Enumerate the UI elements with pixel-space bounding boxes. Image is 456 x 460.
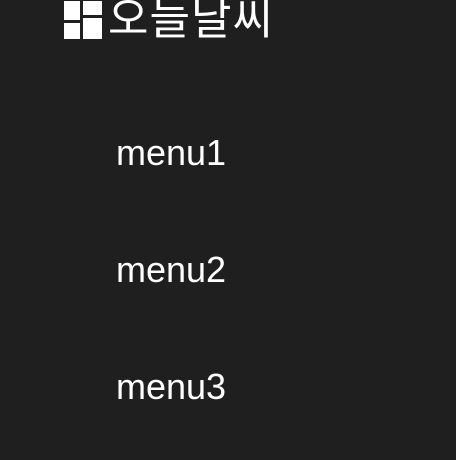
sidebar-item-menu2[interactable]: menu2 (116, 241, 226, 358)
brand[interactable]: 오늘날씨 (64, 0, 274, 46)
sidebar-item-label: menu2 (116, 249, 227, 290)
sidebar-menu: menu1 menu2 menu3 (116, 124, 226, 460)
dashboard-grid-icon (64, 1, 102, 39)
sidebar-item-label: menu3 (116, 366, 227, 407)
sidebar-item-menu3[interactable]: menu3 (116, 358, 226, 460)
app-title: 오늘날씨 (108, 0, 274, 45)
sidebar: 오늘날씨 menu1 menu2 menu3 (0, 0, 456, 460)
sidebar-item-menu1[interactable]: menu1 (116, 124, 226, 241)
sidebar-item-label: menu1 (116, 132, 227, 173)
